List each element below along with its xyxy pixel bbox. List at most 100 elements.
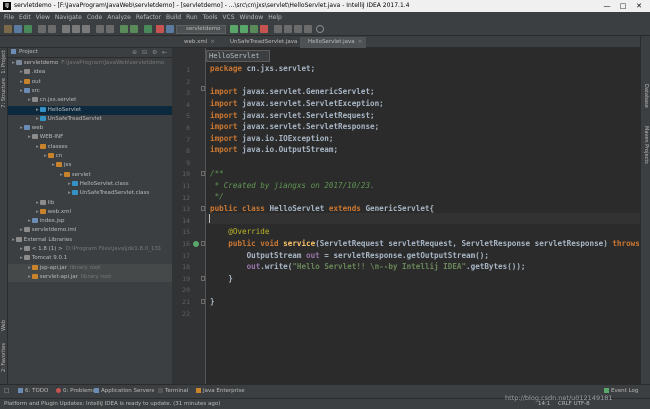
menu-code[interactable]: Code: [87, 14, 102, 21]
cut-icon[interactable]: [62, 25, 70, 33]
tree-node[interactable]: ▸ .idea: [8, 68, 172, 77]
menu-run[interactable]: Run: [186, 14, 198, 21]
project-tool-button[interactable]: 1: Project: [1, 50, 7, 74]
expand-arrow-icon[interactable]: ▸: [36, 144, 39, 150]
tree-node[interactable]: ▸ < 1.8 (1) > D:\Program Files\Java\jdk1.8…: [8, 245, 172, 254]
open-icon[interactable]: [4, 25, 12, 33]
expand-arrow-icon[interactable]: ▸: [20, 69, 23, 75]
save-icon[interactable]: [14, 25, 22, 33]
run-icon[interactable]: [230, 25, 238, 33]
find-icon[interactable]: [96, 25, 104, 33]
fold-end-icon[interactable]: [201, 276, 205, 281]
tree-node[interactable]: ▸ classes: [8, 143, 172, 152]
expand-arrow-icon[interactable]: ▸: [28, 97, 31, 103]
tree-node[interactable]: ▸ out: [8, 78, 172, 87]
tomcat-icon[interactable]: [166, 25, 174, 33]
expand-arrow-icon[interactable]: ▸: [36, 116, 39, 122]
tab-unsafetreadservlet[interactable]: UnSafeTreadServlet.java×: [222, 37, 305, 48]
structure-tool-button[interactable]: 7: Structure: [1, 78, 7, 108]
menu-help[interactable]: Help: [268, 14, 282, 21]
expand-arrow-icon[interactable]: ▸: [12, 237, 15, 243]
expand-arrow-icon[interactable]: ▸: [44, 153, 47, 159]
tree-node[interactable]: ▸ jxs: [8, 161, 172, 170]
problems-tool-button[interactable]: 0: Problems: [56, 388, 95, 394]
close-icon[interactable]: ✕: [632, 1, 646, 11]
tree-node[interactable]: ▸ src: [8, 87, 172, 96]
expand-arrow-icon[interactable]: ▸: [36, 200, 39, 206]
menu-tools[interactable]: Tools: [203, 14, 218, 21]
maximize-icon[interactable]: □: [616, 1, 630, 11]
tree-node[interactable]: ▸ UnSafeTreadServlet: [8, 115, 172, 124]
hide-panel-icon[interactable]: ⇤: [162, 49, 167, 56]
fold-method-icon[interactable]: [201, 241, 205, 246]
tree-node[interactable]: ▸ HelloServlet: [8, 105, 172, 115]
tree-node[interactable]: ▸ External Libraries: [8, 236, 172, 245]
tree-node[interactable]: ▸ servletdemo.iml: [8, 226, 172, 235]
layout-icon[interactable]: □: [4, 388, 9, 394]
replace-icon[interactable]: [106, 25, 114, 33]
tab-close-icon[interactable]: ×: [358, 39, 363, 45]
expand-arrow-icon[interactable]: ▸: [68, 190, 71, 196]
menu-analyze[interactable]: Analyze: [107, 14, 131, 21]
tree-node[interactable]: ▸ WEB-INF: [8, 133, 172, 142]
sync-icon[interactable]: [24, 25, 32, 33]
tree-node[interactable]: ▸ index.jsp: [8, 217, 172, 226]
expand-arrow-icon[interactable]: ▸: [52, 162, 55, 168]
fold-class-icon[interactable]: [201, 206, 205, 211]
expand-arrow-icon[interactable]: ▸: [36, 209, 39, 215]
fold-comment-icon[interactable]: [201, 171, 205, 176]
status-message[interactable]: Platform and Plugin Updates: IntelliJ ID…: [4, 401, 220, 407]
expand-arrow-icon[interactable]: ▸: [28, 134, 31, 140]
expand-arrow-icon[interactable]: ▸: [36, 107, 39, 113]
todo-tool-button[interactable]: 6: TODO: [18, 388, 48, 394]
expand-arrow-icon[interactable]: ▸: [60, 172, 63, 178]
tree-node[interactable]: ▸ cn: [8, 152, 172, 161]
project-view-select[interactable]: Project: [19, 49, 38, 55]
help-icon[interactable]: [316, 25, 324, 33]
debug-icon[interactable]: [240, 25, 248, 33]
redo-icon[interactable]: [48, 25, 56, 33]
tree-node[interactable]: ▸ Tomcat 9.0.1: [8, 254, 172, 263]
fold-import-icon[interactable]: [201, 86, 205, 92]
tree-node[interactable]: ▸ UnSafeTreadServlet.class: [8, 189, 172, 198]
maven-projects-tool-button[interactable]: Maven Projects: [643, 126, 649, 164]
expand-arrow-icon[interactable]: ▸: [68, 181, 71, 187]
expand-arrow-icon[interactable]: ▸: [20, 255, 23, 261]
paste-icon[interactable]: [82, 25, 90, 33]
menu-window[interactable]: Window: [240, 14, 264, 21]
tab-web-xml[interactable]: web.xml ×: [176, 37, 220, 48]
stop-run-icon[interactable]: [260, 25, 268, 33]
database-tool-button[interactable]: Database: [643, 84, 649, 108]
expand-arrow-icon[interactable]: ▸: [20, 79, 23, 85]
menu-build[interactable]: Build: [166, 14, 181, 21]
application-servers-tool-button[interactable]: Application Servers: [94, 388, 154, 394]
vcs-update-icon[interactable]: [274, 25, 282, 33]
tree-node[interactable]: ▸ web.xml: [8, 208, 172, 217]
sdk-icon[interactable]: [304, 25, 312, 33]
fold-class-end-icon[interactable]: [201, 299, 205, 304]
tree-node[interactable]: ▸ servlet-api.jar library root: [8, 272, 172, 282]
expand-arrow-icon[interactable]: ▸: [20, 246, 23, 252]
menu-edit[interactable]: Edit: [19, 14, 31, 21]
minimize-icon[interactable]: —: [600, 1, 614, 11]
expand-arrow-icon[interactable]: ▸: [28, 265, 31, 271]
override-marker-icon[interactable]: [193, 241, 199, 247]
menu-refactor[interactable]: Refactor: [136, 14, 161, 21]
code-editor[interactable]: package cn.jxs.servlet; import javax.ser…: [206, 48, 640, 384]
java-enterprise-tool-button[interactable]: Java Enterprise: [196, 388, 245, 394]
expand-arrow-icon[interactable]: ▸: [20, 88, 23, 94]
coverage-icon[interactable]: [250, 25, 258, 33]
tree-node[interactable]: ▸ cn.jxs.servlet: [8, 96, 172, 105]
expand-arrow-icon[interactable]: ▸: [28, 274, 31, 280]
undo-icon[interactable]: [38, 25, 46, 33]
menu-file[interactable]: File: [4, 14, 14, 21]
run-configuration-select[interactable]: servletdemo: [176, 25, 226, 34]
tree-node[interactable]: ▸ lib: [8, 199, 172, 208]
tree-node[interactable]: ▸ HelloServlet.class: [8, 180, 172, 189]
project-structure-icon[interactable]: [284, 25, 292, 33]
back-icon[interactable]: [120, 25, 128, 33]
expand-arrow-icon[interactable]: ▸: [20, 227, 23, 233]
sync-tree-icon[interactable]: ⊕: [132, 49, 137, 56]
expand-arrow-icon[interactable]: ▸: [28, 218, 31, 224]
menu-vcs[interactable]: VCS: [222, 14, 234, 21]
